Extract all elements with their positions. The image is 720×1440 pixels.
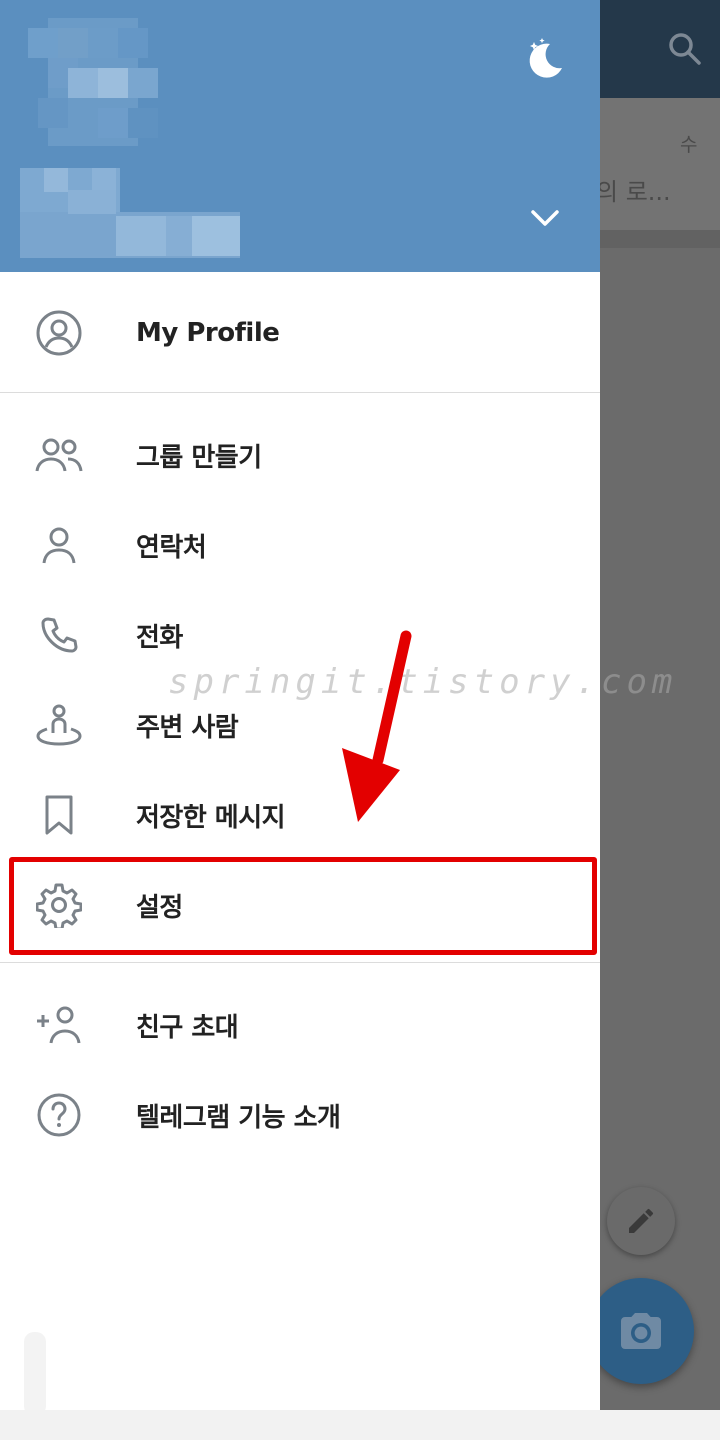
group-icon xyxy=(34,430,84,480)
profile-icon xyxy=(34,308,84,358)
chat-preview-text: 의 로... xyxy=(596,178,671,206)
menu-item-contacts[interactable]: 연락처 xyxy=(0,500,600,590)
drawer-header xyxy=(0,0,600,272)
menu-item-invite-friends[interactable]: 친구 초대 xyxy=(0,980,600,1070)
red-arrow-annotation xyxy=(342,630,412,822)
navigation-drawer: My Profile 그룹 만들기 연락처 전화 주변 사람 저장한 메시지 설… xyxy=(0,0,600,1416)
chevron-down-icon[interactable] xyxy=(526,200,564,238)
bookmark-icon xyxy=(34,790,84,840)
avatar[interactable] xyxy=(18,18,166,146)
menu-label-features: 텔레그램 기능 소개 xyxy=(136,1102,341,1133)
menu-label-new-group: 그룹 만들기 xyxy=(136,442,262,473)
user-name xyxy=(20,168,240,258)
menu-label-nearby: 주변 사람 xyxy=(136,712,239,743)
menu-label-saved-messages: 저장한 메시지 xyxy=(136,802,286,833)
system-navigation-bar xyxy=(0,1410,720,1440)
menu-item-saved-messages[interactable]: 저장한 메시지 xyxy=(0,770,600,860)
watermark: springit.tistory.com xyxy=(168,662,678,702)
search-icon xyxy=(669,33,701,65)
menu-label-my-profile: My Profile xyxy=(136,318,280,348)
menu-label-contacts: 연락처 xyxy=(136,532,207,563)
compose-fab[interactable] xyxy=(607,1187,675,1255)
nearby-people-icon xyxy=(34,700,84,750)
camera-icon xyxy=(621,1313,661,1349)
menu-item-my-profile[interactable]: My Profile xyxy=(0,288,600,378)
camera-fab[interactable] xyxy=(588,1278,694,1384)
scroll-edge xyxy=(24,1332,46,1416)
menu-divider xyxy=(0,392,600,393)
pencil-icon xyxy=(629,1208,654,1233)
chat-day-label: 수 xyxy=(680,134,698,156)
menu-divider xyxy=(0,962,600,963)
contact-icon xyxy=(34,520,84,570)
help-icon xyxy=(34,1090,84,1140)
menu-item-features[interactable]: 텔레그램 기능 소개 xyxy=(0,1070,600,1160)
add-user-icon xyxy=(34,1000,84,1050)
phone-icon xyxy=(34,610,84,660)
night-mode-icon[interactable] xyxy=(520,36,568,84)
menu-label-calls: 전화 xyxy=(136,622,183,653)
menu-item-new-group[interactable]: 그룹 만들기 xyxy=(0,410,600,500)
menu-label-invite-friends: 친구 초대 xyxy=(136,1012,239,1043)
red-highlight-box xyxy=(9,857,597,955)
background-chat-row xyxy=(600,98,720,230)
background-divider xyxy=(600,230,720,248)
background-topbar xyxy=(600,0,720,98)
